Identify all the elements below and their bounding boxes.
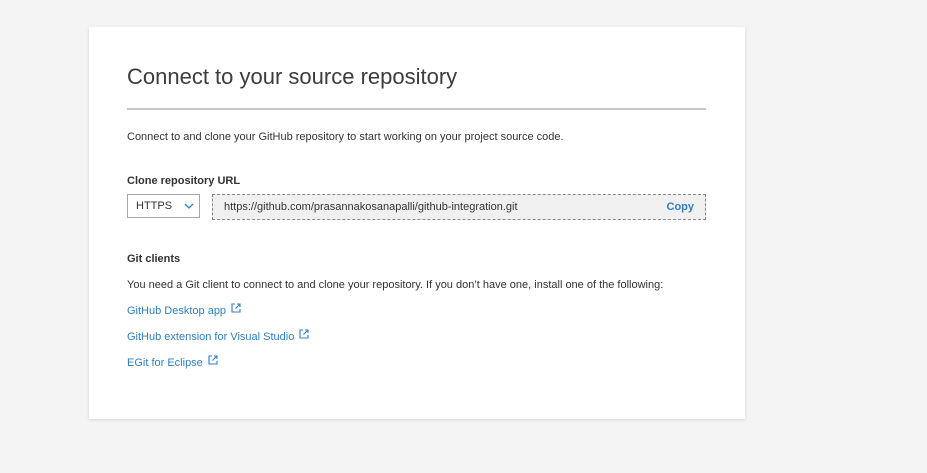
clone-url-field[interactable]: https://github.com/prasannakosanapalli/g… — [212, 194, 706, 220]
github-visual-studio-link[interactable]: GitHub extension for Visual Studio — [127, 329, 309, 345]
link-label: EGit for Eclipse — [127, 357, 203, 369]
external-link-icon — [208, 355, 218, 365]
git-clients-heading: Git clients — [127, 253, 181, 265]
clone-url-label: Clone repository URL — [127, 175, 241, 187]
git-clients-description: You need a Git client to connect to and … — [127, 279, 664, 291]
link-label: GitHub extension for Visual Studio — [127, 331, 295, 343]
connect-repository-panel: Connect to your source repository Connec… — [89, 27, 745, 419]
clone-url-text[interactable]: https://github.com/prasannakosanapalli/g… — [224, 201, 518, 214]
protocol-value: HTTPS — [136, 200, 173, 212]
chevron-down-icon — [184, 203, 194, 209]
egit-eclipse-link[interactable]: EGit for Eclipse — [127, 355, 218, 371]
external-link-icon — [231, 303, 241, 313]
link-label: GitHub Desktop app — [127, 305, 227, 317]
github-desktop-link[interactable]: GitHub Desktop app — [127, 303, 241, 319]
copy-button[interactable]: Copy — [667, 201, 695, 214]
page-description: Connect to and clone your GitHub reposit… — [127, 131, 564, 143]
external-link-icon — [299, 329, 309, 339]
protocol-dropdown[interactable]: HTTPS — [127, 194, 200, 218]
title-divider — [127, 108, 706, 110]
page-title: Connect to your source repository — [127, 64, 458, 89]
